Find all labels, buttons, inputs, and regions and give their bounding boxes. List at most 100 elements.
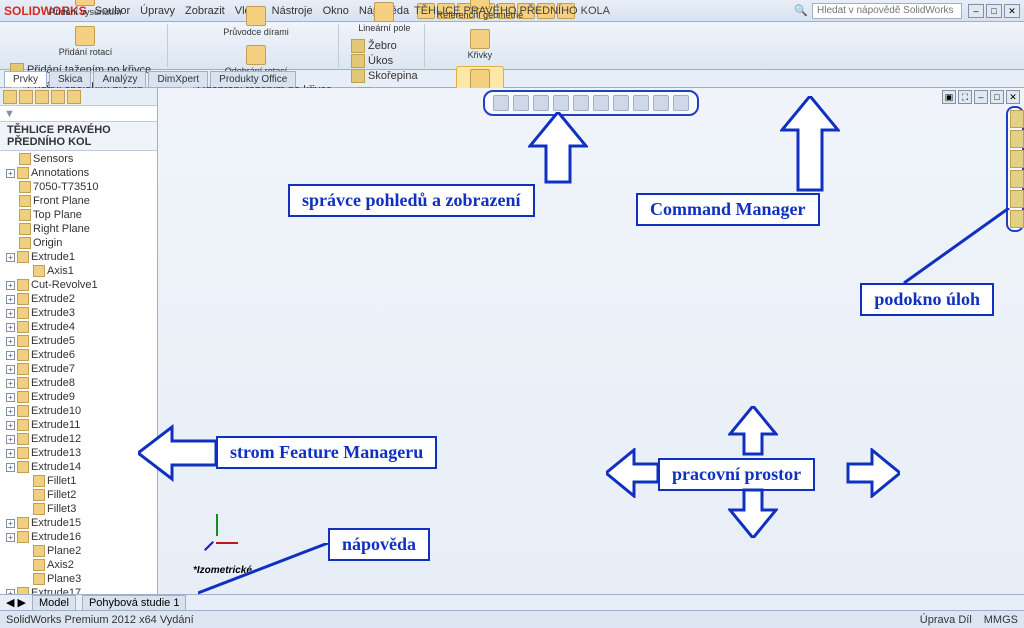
view-settings-icon[interactable] bbox=[673, 95, 689, 111]
expand-icon[interactable]: + bbox=[6, 533, 15, 542]
expand-icon[interactable]: + bbox=[6, 463, 15, 472]
tree-item-extrude8[interactable]: +Extrude8 bbox=[0, 376, 157, 390]
fm-tab-config[interactable] bbox=[35, 90, 49, 104]
tree-item-cutrevolve1[interactable]: +Cut-Revolve1 bbox=[0, 278, 157, 292]
expand-icon[interactable]: + bbox=[6, 351, 15, 360]
expand-icon[interactable]: + bbox=[6, 421, 15, 430]
expand-icon[interactable]: + bbox=[6, 449, 15, 458]
expand-icon[interactable]: + bbox=[6, 323, 15, 332]
viewport-close-icon[interactable]: ✕ bbox=[1006, 90, 1020, 104]
expand-icon[interactable]: + bbox=[6, 253, 15, 262]
tree-item-7050t73510[interactable]: 7050-T73510 bbox=[0, 180, 157, 194]
tree-item-extrude9[interactable]: +Extrude9 bbox=[0, 390, 157, 404]
curves-button[interactable]: Křivky bbox=[466, 27, 495, 63]
tree-item-extrude3[interactable]: +Extrude3 bbox=[0, 306, 157, 320]
tree-item-sensors[interactable]: Sensors bbox=[0, 152, 157, 166]
section-view-icon[interactable] bbox=[553, 95, 569, 111]
search-input[interactable] bbox=[812, 3, 962, 19]
fm-tab-display[interactable] bbox=[67, 90, 81, 104]
linear-pattern-button[interactable]: Lineární pole bbox=[356, 0, 412, 35]
minimize-button[interactable]: – bbox=[968, 4, 984, 18]
tree-item-axis2[interactable]: Axis2 bbox=[0, 558, 157, 572]
expand-icon[interactable]: + bbox=[6, 169, 15, 178]
appearance-icon[interactable] bbox=[653, 95, 669, 111]
tree-filter[interactable]: ▼ bbox=[0, 106, 157, 122]
tree-item-plane3[interactable]: Plane3 bbox=[0, 572, 157, 586]
expand-icon[interactable]: + bbox=[6, 365, 15, 374]
rib[interactable]: Žebro bbox=[349, 39, 420, 53]
maximize-button[interactable]: □ bbox=[986, 4, 1002, 18]
taskpane-appearances-icon[interactable] bbox=[1010, 190, 1024, 208]
fm-tab-tree[interactable] bbox=[3, 90, 17, 104]
tree-body[interactable]: Sensors+Annotations7050-T73510Front Plan… bbox=[0, 151, 157, 594]
expand-icon[interactable]: + bbox=[6, 393, 15, 402]
taskpane-library-icon[interactable] bbox=[1010, 130, 1024, 148]
tree-item-fillet3[interactable]: Fillet3 bbox=[0, 502, 157, 516]
fm-tab-property[interactable] bbox=[19, 90, 33, 104]
view-orient-icon[interactable] bbox=[573, 95, 589, 111]
display-style-icon[interactable] bbox=[593, 95, 609, 111]
tree-item-extrude5[interactable]: +Extrude5 bbox=[0, 334, 157, 348]
taskpane-resources-icon[interactable] bbox=[1010, 110, 1024, 128]
close-button[interactable]: ✕ bbox=[1004, 4, 1020, 18]
menu-view[interactable]: Zobrazit bbox=[185, 5, 225, 17]
viewport-min-icon[interactable]: – bbox=[974, 90, 988, 104]
expand-icon[interactable]: + bbox=[6, 281, 15, 290]
bottom-tab-model[interactable]: Model bbox=[32, 595, 76, 611]
expand-icon[interactable]: + bbox=[6, 295, 15, 304]
tree-item-fillet1[interactable]: Fillet1 bbox=[0, 474, 157, 488]
expand-icon[interactable]: + bbox=[6, 589, 15, 595]
tree-item-axis1[interactable]: Axis1 bbox=[0, 264, 157, 278]
menu-window[interactable]: Okno bbox=[323, 5, 349, 17]
status-units[interactable]: MMGS bbox=[984, 614, 1018, 626]
tree-item-origin[interactable]: Origin bbox=[0, 236, 157, 250]
tree-item-topplane[interactable]: Top Plane bbox=[0, 208, 157, 222]
expand-icon[interactable]: + bbox=[6, 407, 15, 416]
tree-item-extrude2[interactable]: +Extrude2 bbox=[0, 292, 157, 306]
tree-item-extrude6[interactable]: +Extrude6 bbox=[0, 348, 157, 362]
tree-item-plane2[interactable]: Plane2 bbox=[0, 544, 157, 558]
taskpane-palette-icon[interactable] bbox=[1010, 170, 1024, 188]
tree-item-extrude17[interactable]: +Extrude17 bbox=[0, 586, 157, 594]
expand-icon[interactable]: + bbox=[6, 519, 15, 528]
zoom-fit-icon[interactable] bbox=[493, 95, 509, 111]
tab-office[interactable]: Produkty Office bbox=[210, 71, 296, 87]
tree-item-extrude10[interactable]: +Extrude10 bbox=[0, 404, 157, 418]
tree-item-annotations[interactable]: +Annotations bbox=[0, 166, 157, 180]
tree-item-rightplane[interactable]: Right Plane bbox=[0, 222, 157, 236]
shell[interactable]: Skořepina bbox=[349, 69, 420, 83]
scene-icon[interactable] bbox=[633, 95, 649, 111]
tree-item-extrude13[interactable]: +Extrude13 bbox=[0, 446, 157, 460]
bottom-tab-motion[interactable]: Pohybová studie 1 bbox=[82, 595, 187, 611]
graphics-viewport[interactable]: ▣ ⛶ – □ ✕ *Izometrické správce pohledů a… bbox=[158, 88, 1024, 594]
tab-dimxpert[interactable]: DimXpert bbox=[148, 71, 208, 87]
expand-icon[interactable]: + bbox=[6, 379, 15, 388]
tree-item-frontplane[interactable]: Front Plane bbox=[0, 194, 157, 208]
tab-sketch[interactable]: Skica bbox=[49, 71, 91, 87]
tree-item-extrude4[interactable]: +Extrude4 bbox=[0, 320, 157, 334]
tree-item-extrude1[interactable]: +Extrude1 bbox=[0, 250, 157, 264]
viewport-single-icon[interactable]: ▣ bbox=[942, 90, 956, 104]
draft[interactable]: Úkos bbox=[349, 54, 420, 68]
fm-tab-dimxpert[interactable] bbox=[51, 90, 65, 104]
tree-item-extrude15[interactable]: +Extrude15 bbox=[0, 516, 157, 530]
expand-icon[interactable]: + bbox=[6, 309, 15, 318]
bottom-tab-nav[interactable]: ◀ ▶ bbox=[6, 596, 26, 609]
expand-icon[interactable]: + bbox=[6, 337, 15, 346]
zoom-area-icon[interactable] bbox=[513, 95, 529, 111]
tree-item-extrude14[interactable]: +Extrude14 bbox=[0, 460, 157, 474]
tree-item-extrude11[interactable]: +Extrude11 bbox=[0, 418, 157, 432]
tab-features[interactable]: Prvky bbox=[4, 71, 47, 87]
tree-root[interactable]: TĚHLICE PRAVÉHO PŘEDNÍHO KOL bbox=[0, 122, 157, 151]
taskpane-explorer-icon[interactable] bbox=[1010, 150, 1024, 168]
tree-item-extrude7[interactable]: +Extrude7 bbox=[0, 362, 157, 376]
revolve-boss-button[interactable]: Přidání rotací bbox=[57, 24, 115, 60]
hide-show-icon[interactable] bbox=[613, 95, 629, 111]
tree-item-extrude12[interactable]: +Extrude12 bbox=[0, 432, 157, 446]
viewport-link-icon[interactable]: ⛶ bbox=[958, 90, 972, 104]
prev-view-icon[interactable] bbox=[533, 95, 549, 111]
tree-item-fillet2[interactable]: Fillet2 bbox=[0, 488, 157, 502]
tree-item-extrude16[interactable]: +Extrude16 bbox=[0, 530, 157, 544]
hole-wizard-button[interactable]: Průvodce dírami bbox=[221, 4, 291, 40]
menu-edit[interactable]: Úpravy bbox=[140, 5, 175, 17]
